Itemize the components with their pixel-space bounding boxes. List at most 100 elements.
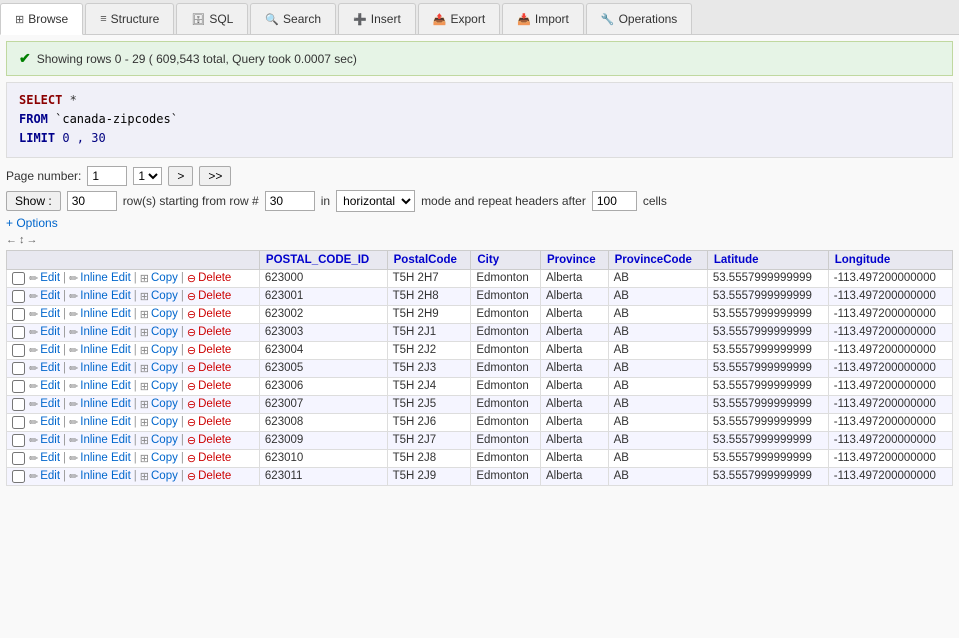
tab-structure[interactable]: ≡Structure xyxy=(85,3,174,34)
edit-link[interactable]: Edit xyxy=(40,344,60,356)
inline-edit-link[interactable]: Inline Edit xyxy=(80,416,131,428)
tab-sql[interactable]: 🗄SQL xyxy=(176,3,248,34)
tab-insert[interactable]: ➕Insert xyxy=(338,3,416,34)
col-header-province-code[interactable]: ProvinceCode xyxy=(608,250,707,269)
repeat-headers-input[interactable] xyxy=(592,191,637,211)
row-checkbox[interactable] xyxy=(12,416,25,429)
delete-link[interactable]: Delete xyxy=(198,398,231,410)
col-header-latitude[interactable]: Latitude xyxy=(707,250,828,269)
inline-edit-link[interactable]: Inline Edit xyxy=(80,398,131,410)
sort-row: ← ↕ → xyxy=(6,234,953,246)
tab-import[interactable]: 📥Import xyxy=(502,3,584,34)
copy-link[interactable]: Copy xyxy=(151,470,178,482)
col-header-postal-code[interactable]: PostalCode xyxy=(387,250,471,269)
delete-link[interactable]: Delete xyxy=(198,326,231,338)
tab-operations[interactable]: 🔧Operations xyxy=(586,3,692,34)
copy-link[interactable]: Copy xyxy=(151,398,178,410)
inline-edit-link[interactable]: Inline Edit xyxy=(80,470,131,482)
cell-postal-code: T5H 2H8 xyxy=(387,287,471,305)
row-checkbox[interactable] xyxy=(12,380,25,393)
copy-icon: ⊞ xyxy=(140,290,149,303)
page-number-input[interactable] xyxy=(87,166,127,186)
row-checkbox[interactable] xyxy=(12,470,25,483)
copy-link[interactable]: Copy xyxy=(151,362,178,374)
rows-count-input[interactable] xyxy=(67,191,117,211)
copy-link[interactable]: Copy xyxy=(151,452,178,464)
next-page-button[interactable]: > xyxy=(168,166,193,186)
search-tab-icon: 🔍 xyxy=(265,13,279,26)
row-checkbox[interactable] xyxy=(12,452,25,465)
start-row-input[interactable] xyxy=(265,191,315,211)
copy-link[interactable]: Copy xyxy=(151,326,178,338)
edit-link[interactable]: Edit xyxy=(40,416,60,428)
cell-longitude: -113.497200000000 xyxy=(828,305,952,323)
delete-link[interactable]: Delete xyxy=(198,308,231,320)
cell-longitude: -113.497200000000 xyxy=(828,269,952,287)
tab-export[interactable]: 📤Export xyxy=(418,3,500,34)
inline-edit-link[interactable]: Inline Edit xyxy=(80,344,131,356)
edit-link[interactable]: Edit xyxy=(40,290,60,302)
copy-link[interactable]: Copy xyxy=(151,344,178,356)
col-header-province[interactable]: Province xyxy=(541,250,609,269)
tab-browse[interactable]: ⊞Browse xyxy=(0,3,83,35)
inline-edit-link[interactable]: Inline Edit xyxy=(80,308,131,320)
row-checkbox[interactable] xyxy=(12,272,25,285)
page-number-select[interactable]: 1 xyxy=(133,167,162,185)
edit-link[interactable]: Edit xyxy=(40,470,60,482)
delete-link[interactable]: Delete xyxy=(198,272,231,284)
copy-link[interactable]: Copy xyxy=(151,380,178,392)
inline-edit-link[interactable]: Inline Edit xyxy=(80,380,131,392)
inline-edit-link[interactable]: Inline Edit xyxy=(80,434,131,446)
copy-link[interactable]: Copy xyxy=(151,434,178,446)
delete-link[interactable]: Delete xyxy=(198,416,231,428)
tab-search[interactable]: 🔍Search xyxy=(250,3,336,34)
delete-icon: ⊖ xyxy=(187,344,196,357)
options-link[interactable]: + Options xyxy=(6,216,953,230)
col-header-longitude[interactable]: Longitude xyxy=(828,250,952,269)
row-checkbox[interactable] xyxy=(12,308,25,321)
row-checkbox[interactable] xyxy=(12,290,25,303)
last-page-button[interactable]: >> xyxy=(199,166,231,186)
inline-edit-link[interactable]: Inline Edit xyxy=(80,290,131,302)
row-checkbox[interactable] xyxy=(12,362,25,375)
col-header-city[interactable]: City xyxy=(471,250,541,269)
sort-mid-icon[interactable]: ↕ xyxy=(19,234,25,246)
cell-latitude: 53.5557999999999 xyxy=(707,287,828,305)
row-checkbox[interactable] xyxy=(12,344,25,357)
inline-edit-link[interactable]: Inline Edit xyxy=(80,326,131,338)
delete-link[interactable]: Delete xyxy=(198,344,231,356)
copy-link[interactable]: Copy xyxy=(151,290,178,302)
inline-edit-link[interactable]: Inline Edit xyxy=(80,272,131,284)
delete-link[interactable]: Delete xyxy=(198,434,231,446)
delete-link[interactable]: Delete xyxy=(198,470,231,482)
display-mode-select[interactable]: horizontal vertical xyxy=(336,190,415,212)
delete-link[interactable]: Delete xyxy=(198,362,231,374)
inline-edit-link[interactable]: Inline Edit xyxy=(80,452,131,464)
delete-link[interactable]: Delete xyxy=(198,290,231,302)
edit-link[interactable]: Edit xyxy=(40,398,60,410)
sort-right-icon[interactable]: → xyxy=(27,234,38,246)
sort-left-icon[interactable]: ← xyxy=(6,234,17,246)
edit-link[interactable]: Edit xyxy=(40,452,60,464)
edit-link[interactable]: Edit xyxy=(40,362,60,374)
show-button[interactable]: Show : xyxy=(6,191,61,211)
edit-link[interactable]: Edit xyxy=(40,272,60,284)
copy-link[interactable]: Copy xyxy=(151,416,178,428)
row-checkbox[interactable] xyxy=(12,434,25,447)
copy-link[interactable]: Copy xyxy=(151,308,178,320)
copy-link[interactable]: Copy xyxy=(151,272,178,284)
inline-edit-link[interactable]: Inline Edit xyxy=(80,362,131,374)
row-checkbox[interactable] xyxy=(12,398,25,411)
edit-link[interactable]: Edit xyxy=(40,434,60,446)
edit-link[interactable]: Edit xyxy=(40,326,60,338)
cell-postal-code-id: 623009 xyxy=(259,431,387,449)
delete-icon: ⊖ xyxy=(187,380,196,393)
edit-link[interactable]: Edit xyxy=(40,308,60,320)
row-checkbox[interactable] xyxy=(12,326,25,339)
cell-province: Alberta xyxy=(541,467,609,485)
delete-link[interactable]: Delete xyxy=(198,452,231,464)
delete-link[interactable]: Delete xyxy=(198,380,231,392)
delete-icon: ⊖ xyxy=(187,434,196,447)
edit-link[interactable]: Edit xyxy=(40,380,60,392)
col-header-postal-code-id[interactable]: POSTAL_CODE_ID xyxy=(259,250,387,269)
